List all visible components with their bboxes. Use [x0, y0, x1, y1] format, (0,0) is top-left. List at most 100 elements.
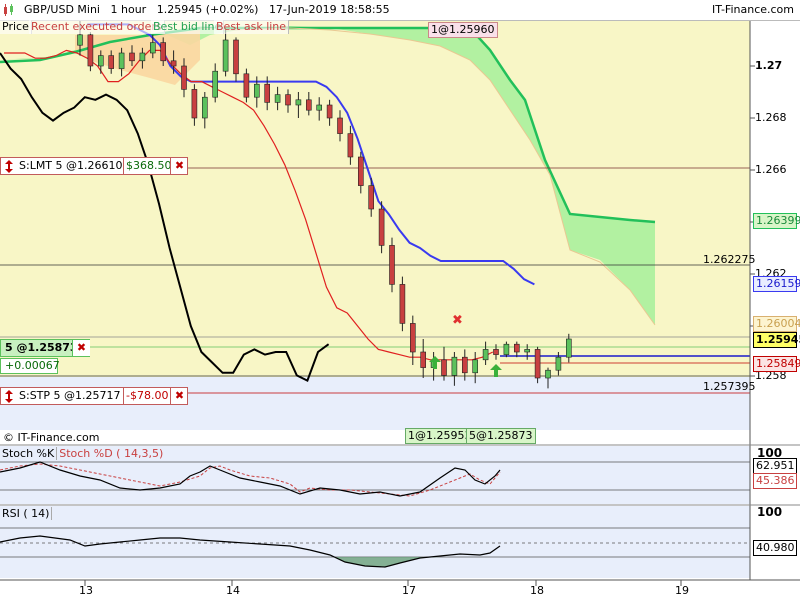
price-tick: 1.27: [755, 59, 783, 72]
candle-body: [503, 343, 510, 355]
candle-body: [347, 133, 354, 158]
rsi-title: RSI ( 14): [0, 507, 53, 520]
candle: [503, 341, 510, 358]
candle-body: [118, 52, 125, 69]
stop-order[interactable]: S:STP 5 @1.25717 -$78.00 ✖: [0, 387, 188, 405]
span-b-price-label: 1.26399: [753, 213, 800, 229]
candle-body: [472, 359, 479, 374]
candle: [534, 346, 541, 384]
candle-body: [524, 349, 531, 353]
candle-body: [243, 73, 250, 98]
candle-body: [316, 104, 323, 111]
candle-body: [170, 60, 177, 67]
time-tick: 17: [402, 584, 416, 597]
stoch-k-title: Stoch %K: [0, 447, 58, 460]
close-stop-order-button[interactable]: ✖: [170, 388, 188, 404]
bottom-position-label: 5@1.25873: [466, 428, 536, 444]
kijun-price-label: 1.26159: [753, 276, 800, 292]
candle-body: [513, 343, 520, 353]
candle-body: [305, 99, 312, 111]
candle-body: [233, 39, 239, 75]
span-a-price-label: 1.26004: [753, 316, 800, 332]
rsi-panel[interactable]: [0, 506, 750, 578]
sell-marker-icon: ✖: [452, 313, 463, 328]
stoch-d-value: 45.386: [753, 473, 797, 489]
bottom-bid-label: 1@1.25953: [405, 428, 475, 444]
position-label: 5 @1.25873: [5, 341, 78, 354]
candle: [389, 237, 395, 293]
rsi-top-label: 100: [757, 505, 783, 519]
candle-body: [129, 52, 135, 62]
limit-order[interactable]: S:LMT 5 @1.26610 $368.50 ✖: [0, 157, 188, 175]
candle: [378, 201, 385, 254]
candle-body: [389, 245, 395, 285]
drag-handle-icon[interactable]: [4, 160, 14, 173]
candle-body: [420, 351, 427, 368]
candle-body: [534, 349, 541, 379]
candle-body: [285, 94, 291, 106]
candle-body: [191, 89, 198, 119]
candle-body: [77, 34, 83, 46]
position-pnl-box: +0.00067: [0, 358, 60, 374]
legend-best-ask[interactable]: Best ask line: [214, 20, 290, 34]
close-position-button[interactable]: ✖: [72, 340, 90, 356]
close-limit-order-button[interactable]: ✖: [170, 158, 188, 174]
candle: [399, 276, 406, 332]
brand: IT-Finance.com: [712, 3, 794, 16]
position-pnl: +0.00067: [5, 359, 60, 372]
candle-body: [98, 55, 104, 67]
time-tick: 14: [226, 584, 240, 597]
candle-body: [451, 356, 458, 376]
candle-body: [337, 117, 343, 134]
candle: [87, 32, 94, 72]
candle-body: [181, 65, 187, 90]
chart-title: GBP/USD Mini 1 hour 1.25945 (+0.02%) 17-…: [24, 3, 390, 16]
watermark: © IT-Finance.com: [3, 431, 100, 444]
candle-body: [357, 156, 364, 186]
candle-body: [368, 185, 375, 210]
chart-canvas[interactable]: [0, 0, 800, 600]
candle-body: [555, 356, 562, 371]
candle-body: [326, 104, 333, 119]
resistance-level-label: 1.262275: [703, 253, 756, 266]
candle-body: [295, 99, 302, 106]
buy-arrow-icon: [490, 364, 502, 377]
title-bar: GBP/USD Mini 1 hour 1.25945 (+0.02%) 17-…: [0, 0, 800, 21]
rsi-value: 40.980: [753, 540, 797, 556]
position[interactable]: 5 @1.25873 ✖: [0, 339, 90, 357]
buy-arrow-icon: [429, 356, 441, 369]
stop-order-pnl: -$78.00: [123, 388, 170, 404]
ask-price-label: 1.25849: [753, 356, 800, 372]
candle-body: [254, 83, 260, 98]
candle-body: [399, 284, 406, 324]
top-ask-label: 1@1.25960: [428, 22, 498, 38]
stochastic-title: Stoch %K Stoch %D ( 14,3,5): [0, 447, 165, 460]
legend-price[interactable]: Price: [0, 20, 32, 34]
candle-body: [565, 338, 572, 358]
candle-body: [212, 70, 218, 98]
time-tick: 19: [675, 584, 689, 597]
candle-body: [441, 359, 447, 376]
stop-order-label: S:STP 5 @1.25717: [19, 389, 121, 402]
candle-body: [493, 349, 499, 355]
limit-order-pnl: $368.50: [123, 158, 174, 174]
time-axis: [84, 580, 682, 586]
last-price-label: 1.25945: [753, 332, 800, 348]
time-tick: 13: [79, 584, 93, 597]
price-tick: 1.268: [755, 111, 787, 124]
last-price: 1.25945 (+0.02%): [156, 3, 259, 16]
candle-body: [409, 323, 416, 353]
candle-body: [202, 96, 208, 119]
support-level-label: 1.257395: [703, 380, 756, 393]
drag-handle-icon[interactable]: [4, 390, 14, 403]
legend-recent-orders[interactable]: Recent executed orders: [29, 20, 165, 34]
stoch-k-value: 62.951: [753, 458, 797, 474]
candle-body: [378, 208, 385, 246]
stoch-d-title: Stoch %D ( 14,3,5): [59, 447, 164, 460]
candle-body: [150, 42, 156, 54]
candle-body: [264, 83, 271, 103]
timestamp: 17-Jun-2019 18:58:55: [268, 3, 390, 16]
price-tick: 1.266: [755, 163, 787, 176]
candle-body: [274, 94, 281, 103]
candle-body: [461, 356, 468, 374]
